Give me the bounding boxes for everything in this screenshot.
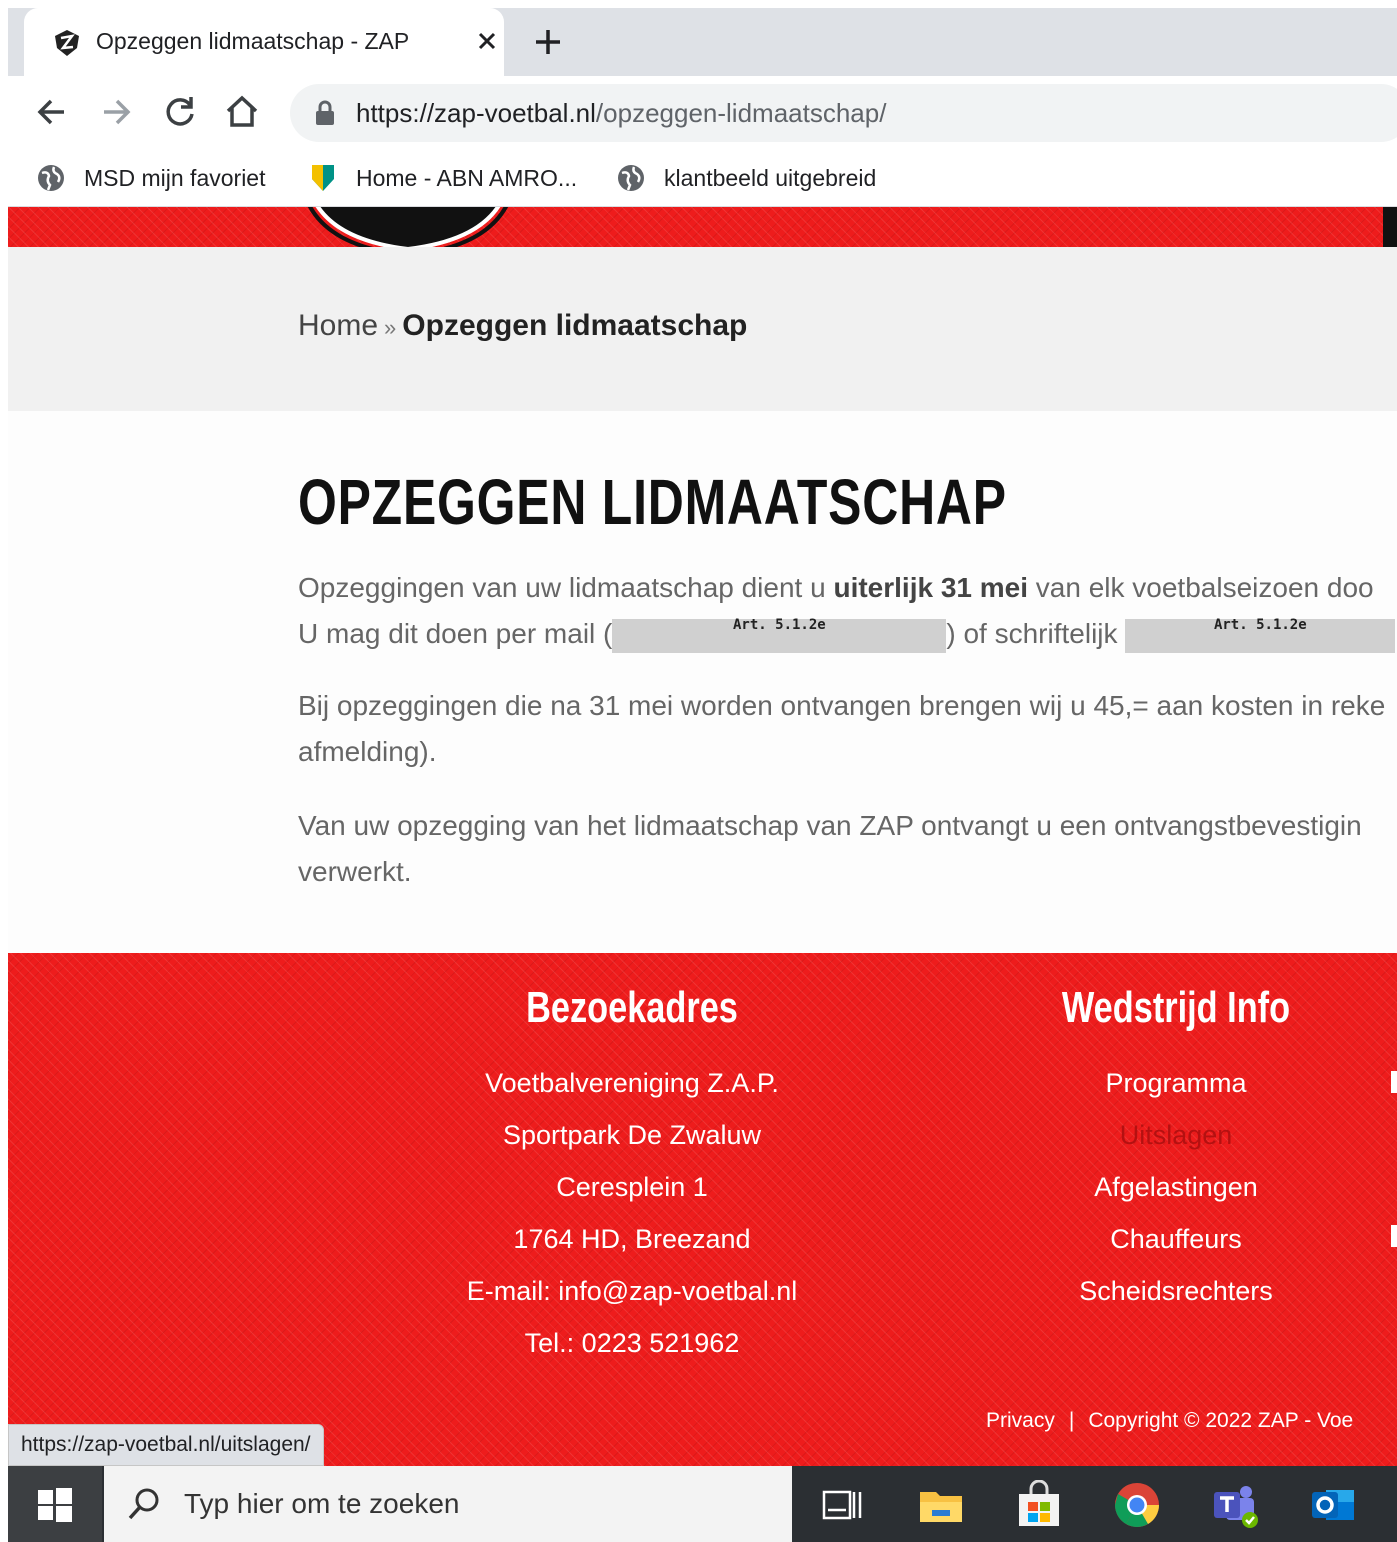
- page-title: OPZEGGEN LIDMAATSCHAP: [298, 466, 1007, 538]
- abn-amro-icon: [312, 165, 334, 191]
- address-line: Ceresplein 1: [556, 1172, 708, 1202]
- active-tab[interactable]: Opzeggen lidmaatschap - ZAP - Voetbal: [24, 8, 504, 76]
- chrome-icon[interactable]: [1112, 1480, 1162, 1530]
- breadcrumb-separator: »: [384, 315, 397, 340]
- paragraph-late-fee: Bij opzeggingen die na 31 mei worden ont…: [298, 690, 1386, 767]
- bookmark-label: Home - ABN AMRO...: [356, 164, 578, 191]
- footer-link-uitslagen[interactable]: Uitslagen: [1026, 1109, 1326, 1161]
- breadcrumb-bar: Home» Opzeggen lidmaatschap: [8, 247, 1397, 411]
- paragraph-deadline: Opzeggingen van uw lidmaatschap dient u …: [298, 565, 1396, 657]
- breadcrumb-current: Opzeggen lidmaatschap: [402, 309, 748, 342]
- tab-title: Opzeggen lidmaatschap - ZAP - Voetbal: [96, 28, 416, 54]
- footer-bottom: Privacy | Copyright © 2022 ZAP - Voe: [986, 1409, 1354, 1432]
- close-tab-icon[interactable]: [472, 26, 502, 56]
- forward-arrow-icon[interactable]: [96, 92, 136, 132]
- bookmark-msd[interactable]: MSD mijn favoriet: [36, 160, 265, 196]
- footer-address: Bezoekadres Voetbalvereniging Z.A.P. Spo…: [432, 983, 832, 1369]
- footer-match-info: Wedstrijd Info Programma Uitslagen Afgel…: [1026, 983, 1326, 1317]
- zap-favicon-icon: [55, 30, 79, 56]
- file-explorer-icon[interactable]: [916, 1480, 966, 1530]
- footer-link-afgelastingen[interactable]: Afgelastingen: [1026, 1161, 1326, 1213]
- bookmark-abn-amro[interactable]: Home - ABN AMRO...: [308, 160, 577, 196]
- globe-icon: [38, 165, 64, 191]
- back-arrow-icon[interactable]: [32, 92, 72, 132]
- redacted-email: Art. 5.1.2e: [612, 617, 947, 653]
- privacy-link[interactable]: Privacy: [986, 1409, 1055, 1432]
- outlook-icon[interactable]: [1308, 1480, 1358, 1530]
- windows-logo-icon: [38, 1488, 72, 1522]
- task-view-icon[interactable]: [816, 1480, 866, 1530]
- footer-link-chauffeurs[interactable]: Chauffeurs: [1026, 1213, 1326, 1265]
- breadcrumb-home-link[interactable]: Home: [298, 309, 378, 342]
- web-page: Home» Opzeggen lidmaatschap OPZEGGEN LIDM…: [8, 207, 1397, 1466]
- footer-link-programma[interactable]: Programma: [1026, 1057, 1326, 1109]
- home-icon[interactable]: [222, 92, 262, 132]
- tab-strip: Opzeggen lidmaatschap - ZAP - Voetbal: [8, 8, 1397, 76]
- lock-icon: [316, 100, 334, 125]
- paragraph-confirmation: Van uw opzegging van het lidmaatschap va…: [298, 810, 1362, 887]
- redacted-address: Art. 5.1.2e: [1125, 617, 1396, 653]
- address-line: 1764 HD, Breezand: [513, 1224, 751, 1254]
- reload-icon[interactable]: [160, 92, 200, 132]
- footer-match-heading: Wedstrijd Info: [1061, 983, 1291, 1032]
- link-status-bubble: https://zap-voetbal.nl/uitslagen/: [8, 1424, 324, 1466]
- address-line: Voetbalvereniging Z.A.P.: [485, 1068, 779, 1098]
- bookmark-klantbeeld[interactable]: klantbeeld uitgebreid: [616, 160, 876, 196]
- browser-toolbar: https://zap-voetbal.nl/opzeggen-lidmaats…: [8, 76, 1397, 150]
- search-icon: [128, 1488, 159, 1520]
- copyright-text: Copyright © 2022 ZAP - Voe: [1088, 1409, 1354, 1432]
- new-tab-icon[interactable]: [530, 24, 566, 60]
- footer-address-heading: Bezoekadres: [526, 983, 738, 1032]
- bookmarks-bar: MSD mijn favoriet Home - ABN AMRO... kla…: [8, 150, 1397, 207]
- store-icon[interactable]: [1014, 1480, 1064, 1530]
- windows-taskbar: Typ hier om te zoeken: [8, 1466, 1397, 1542]
- phone-line: Tel.: 0223 521962: [524, 1328, 740, 1358]
- globe-icon: [618, 165, 644, 191]
- teams-icon[interactable]: [1210, 1480, 1260, 1530]
- header-band: [8, 207, 1397, 247]
- bookmark-label: klantbeeld uitgebreid: [664, 164, 877, 191]
- email-link[interactable]: E-mail: info@zap-voetbal.nl: [432, 1265, 832, 1317]
- breadcrumb: Home» Opzeggen lidmaatschap: [298, 309, 747, 343]
- bookmark-label: MSD mijn favoriet: [84, 164, 266, 191]
- footer-link-scheidsrechters[interactable]: Scheidsrechters: [1026, 1265, 1326, 1317]
- address-line: Sportpark De Zwaluw: [502, 1120, 762, 1150]
- taskbar-search[interactable]: Typ hier om te zoeken: [104, 1466, 792, 1542]
- search-placeholder: Typ hier om te zoeken: [184, 1488, 460, 1519]
- start-button[interactable]: [8, 1466, 102, 1542]
- address-bar[interactable]: https://zap-voetbal.nl/opzeggen-lidmaats…: [290, 84, 1397, 142]
- url-text: https://zap-voetbal.nl/opzeggen-lidmaats…: [356, 98, 887, 128]
- footer: Bezoekadres Voetbalvereniging Z.A.P. Spo…: [8, 953, 1397, 1466]
